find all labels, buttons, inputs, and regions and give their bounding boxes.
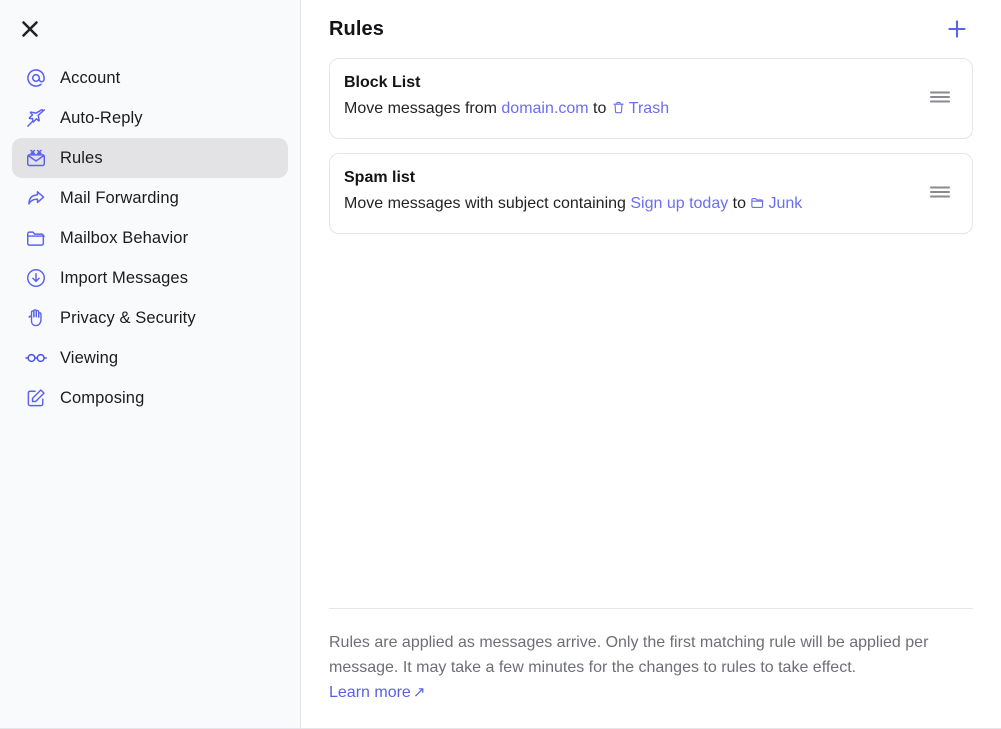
sidebar-item-label: Privacy & Security bbox=[60, 310, 196, 327]
glasses-icon bbox=[24, 346, 48, 370]
trash-icon bbox=[611, 100, 626, 122]
sidebar-item-account[interactable]: Account bbox=[12, 58, 288, 98]
rules-list: Block List Move messages from domain.com… bbox=[329, 58, 973, 608]
rule-description: Move messages from domain.com to Trash bbox=[344, 99, 912, 122]
rules-footer: Rules are applied as messages arrive. On… bbox=[329, 608, 973, 728]
filter-envelope-icon bbox=[24, 146, 48, 170]
rule-body: Spam list Move messages with subject con… bbox=[344, 168, 912, 217]
plus-icon bbox=[945, 17, 969, 41]
sidebar-item-composing[interactable]: Composing bbox=[12, 378, 288, 418]
sidebar-item-label: Auto-Reply bbox=[60, 110, 143, 127]
download-circle-icon bbox=[24, 266, 48, 290]
sidebar-item-auto-reply[interactable]: Auto-Reply bbox=[12, 98, 288, 138]
settings-window: Account Auto-Reply bbox=[0, 0, 1001, 729]
hand-icon bbox=[24, 306, 48, 330]
settings-nav: Account Auto-Reply bbox=[0, 58, 300, 418]
at-sign-icon bbox=[24, 66, 48, 90]
rule-desc-prefix: Move messages from bbox=[344, 100, 501, 117]
sidebar-header bbox=[0, 0, 300, 58]
rule-condition-value[interactable]: Sign up today bbox=[630, 195, 728, 212]
sidebar-item-mail-forwarding[interactable]: Mail Forwarding bbox=[12, 178, 288, 218]
table-row[interactable]: Block List Move messages from domain.com… bbox=[329, 58, 973, 139]
sidebar-item-mailbox-behavior[interactable]: Mailbox Behavior bbox=[12, 218, 288, 258]
sidebar-item-label: Import Messages bbox=[60, 270, 188, 287]
rule-desc-prefix: Move messages with subject containing bbox=[344, 195, 630, 212]
sidebar-item-rules[interactable]: Rules bbox=[12, 138, 288, 178]
rules-header: Rules bbox=[329, 0, 973, 58]
rule-desc-middle: to bbox=[589, 100, 611, 117]
sidebar-item-label: Mailbox Behavior bbox=[60, 230, 188, 247]
sidebar-item-label: Account bbox=[60, 70, 120, 87]
folder-icon bbox=[750, 195, 765, 217]
sidebar-item-privacy-security[interactable]: Privacy & Security bbox=[12, 298, 288, 338]
folder-icon bbox=[24, 226, 48, 250]
rule-description: Move messages with subject containing Si… bbox=[344, 194, 912, 217]
drag-handle-icon bbox=[928, 88, 952, 106]
rule-name: Spam list bbox=[344, 168, 912, 187]
settings-sidebar: Account Auto-Reply bbox=[0, 0, 301, 728]
close-icon bbox=[19, 18, 41, 40]
sidebar-item-label: Composing bbox=[60, 390, 144, 407]
rule-body: Block List Move messages from domain.com… bbox=[344, 73, 912, 122]
rules-footer-note: Rules are applied as messages arrive. On… bbox=[329, 631, 973, 681]
add-rule-button[interactable] bbox=[941, 13, 973, 45]
rule-drag-handle[interactable] bbox=[926, 180, 954, 204]
rule-target-value[interactable]: Junk bbox=[768, 195, 802, 212]
sidebar-item-label: Mail Forwarding bbox=[60, 190, 179, 207]
forward-arrow-icon bbox=[24, 186, 48, 210]
close-button[interactable] bbox=[13, 12, 47, 46]
learn-more-label: Learn more bbox=[329, 684, 411, 701]
sidebar-item-viewing[interactable]: Viewing bbox=[12, 338, 288, 378]
external-link-arrow-icon: ↗ bbox=[413, 683, 426, 701]
rule-desc-middle: to bbox=[728, 195, 750, 212]
table-row[interactable]: Spam list Move messages with subject con… bbox=[329, 153, 973, 234]
sidebar-item-label: Rules bbox=[60, 150, 103, 167]
learn-more-link[interactable]: Learn more↗ bbox=[329, 683, 425, 702]
rules-panel: Rules Block List Move messages from doma… bbox=[301, 0, 1001, 728]
sidebar-item-label: Viewing bbox=[60, 350, 118, 367]
page-title: Rules bbox=[329, 18, 384, 41]
sidebar-item-import-messages[interactable]: Import Messages bbox=[12, 258, 288, 298]
rule-condition-value[interactable]: domain.com bbox=[501, 100, 588, 117]
rule-name: Block List bbox=[344, 73, 912, 92]
drag-handle-icon bbox=[928, 183, 952, 201]
rule-drag-handle[interactable] bbox=[926, 85, 954, 109]
paper-plane-icon bbox=[24, 106, 48, 130]
rule-target-value[interactable]: Trash bbox=[629, 100, 669, 117]
compose-pencil-icon bbox=[24, 386, 48, 410]
